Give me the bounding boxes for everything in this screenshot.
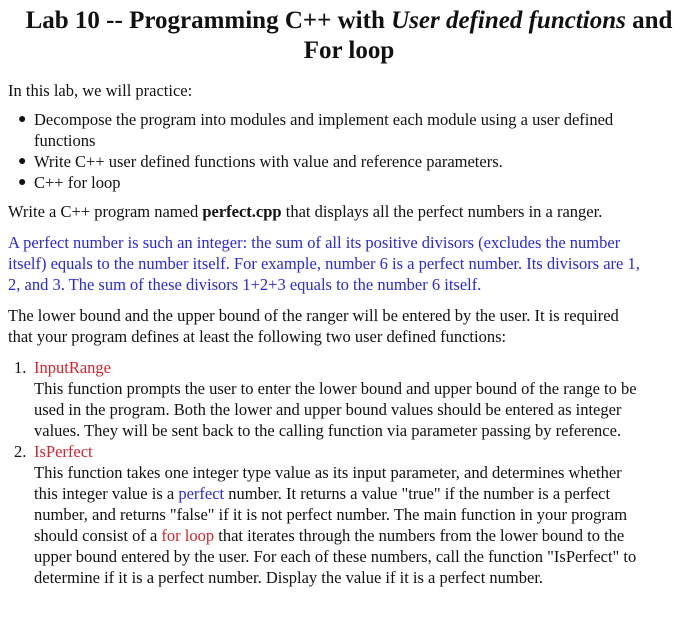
filename: perfect.cpp (202, 202, 282, 221)
definition-line: 2, and 3. The sum of these divisors 1+2+… (8, 275, 482, 294)
function-description-line: determine if it is a perfect number. Dis… (34, 568, 544, 587)
task-statement: Write a C++ program named perfect.cpp th… (8, 201, 690, 222)
function-description-text: should consist of a (34, 526, 162, 545)
bullet-icon: ● (18, 112, 27, 127)
function-description-line: This function prompts the user to enter … (34, 379, 637, 398)
requirement-line: that your program defines at least the f… (8, 327, 507, 346)
highlight-for-loop: for loop (161, 526, 215, 545)
function-description-line: used in the program. Both the lower and … (34, 400, 622, 419)
practice-item-text: functions (34, 131, 96, 150)
function-description-text: number. It returns a value "true" if the… (224, 484, 611, 503)
page-title: Lab 10 -- Programming C++ with User defi… (8, 6, 690, 66)
perfect-number-definition: A perfect number is such an integer: the… (8, 232, 690, 295)
function-name: IsPerfect (34, 442, 93, 461)
practice-item: ● C++ for loop (18, 172, 690, 193)
requirement-line: The lower bound and the upper bound of t… (8, 306, 619, 325)
practice-item-text: Write C++ user defined functions with va… (34, 152, 503, 171)
practice-item-text: Decompose the program into modules and i… (34, 110, 614, 129)
highlight-perfect: perfect (178, 484, 225, 503)
title-line2: For loop (303, 37, 395, 64)
practice-list: ● Decompose the program into modules and… (8, 109, 690, 193)
definition-line: itself) equals to the number itself. For… (8, 254, 640, 273)
definition-line: A perfect number is such an integer: the… (8, 233, 621, 252)
task-text: Write a C++ program named (8, 202, 203, 221)
practice-item-text: C++ for loop (34, 173, 121, 192)
function-description-line: upper bound entered by the user. For eac… (34, 547, 637, 566)
title-italic-text: User defined functions (391, 7, 626, 34)
task-text: that displays all the perfect numbers in… (281, 202, 603, 221)
function-description-line: number, and returns "false" if it is not… (34, 505, 628, 524)
intro-text: In this lab, we will practice: (8, 81, 193, 100)
function-description-text: that iterates through the numbers from t… (214, 526, 625, 545)
bullet-icon: ● (18, 154, 27, 169)
list-number: 2. (14, 442, 27, 461)
function-description-line: This function takes one integer type val… (34, 463, 622, 482)
function-name: InputRange (34, 358, 111, 377)
function-list: 1. InputRange This function prompts the … (8, 357, 690, 588)
document-page: Lab 10 -- Programming C++ with User defi… (0, 0, 700, 588)
title-text: Lab 10 -- Programming C++ with (25, 7, 392, 34)
title-text-end: and (625, 7, 673, 34)
function-description-text: this integer value is a (34, 484, 179, 503)
function-item-inputrange: 1. InputRange This function prompts the … (14, 357, 690, 441)
function-item-isperfect: 2. IsPerfect This function takes one int… (14, 441, 690, 588)
requirement-text: The lower bound and the upper bound of t… (8, 305, 690, 347)
bullet-icon: ● (18, 175, 27, 190)
practice-item: ● Write C++ user defined functions with … (18, 151, 690, 172)
list-number: 1. (14, 358, 27, 377)
function-description-line: values. They will be sent back to the ca… (34, 421, 622, 440)
practice-item: ● Decompose the program into modules and… (18, 109, 690, 151)
